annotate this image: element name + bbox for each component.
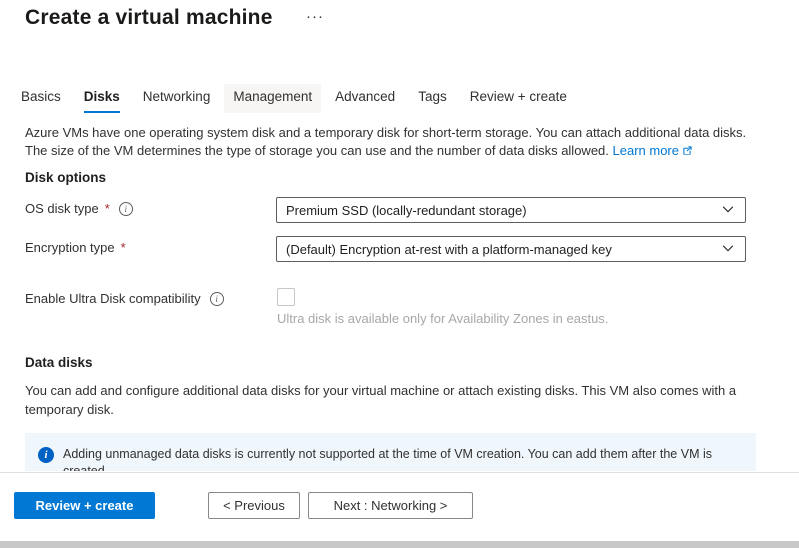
tab-tags[interactable]: Tags [418, 84, 447, 113]
tab-management[interactable]: Management [224, 84, 321, 113]
learn-more-link[interactable]: Learn more [613, 143, 679, 158]
os-disk-type-label-text: OS disk type [25, 201, 99, 216]
bottom-scrollbar[interactable] [0, 541, 799, 548]
footer-divider [0, 472, 799, 473]
more-options-button[interactable]: ··· [306, 8, 324, 25]
wizard-tabs: Basics Disks Networking Management Advan… [21, 84, 567, 113]
required-asterisk: * [121, 240, 126, 255]
data-disks-description: You can add and configure additional dat… [25, 381, 751, 419]
next-networking-button[interactable]: Next : Networking > [308, 492, 473, 519]
ultra-disk-checkbox[interactable] [277, 288, 295, 306]
review-create-button[interactable]: Review + create [14, 492, 155, 519]
chevron-down-icon [721, 202, 735, 219]
page-title: Create a virtual machine [25, 6, 273, 30]
ultra-disk-label-text: Enable Ultra Disk compatibility [25, 291, 201, 306]
tab-advanced[interactable]: Advanced [335, 84, 395, 113]
info-banner-text: Adding unmanaged data disks is currently… [63, 446, 723, 471]
info-filled-icon: i [38, 447, 54, 463]
intro-text: Azure VMs have one operating system disk… [25, 124, 767, 161]
encryption-type-label-text: Encryption type [25, 240, 115, 255]
encryption-type-label: Encryption type * [25, 240, 126, 255]
tab-disks[interactable]: Disks [84, 84, 120, 113]
ultra-disk-helper-text: Ultra disk is available only for Availab… [277, 311, 608, 326]
chevron-down-icon [721, 241, 735, 258]
info-icon[interactable]: i [119, 202, 133, 216]
previous-button[interactable]: < Previous [208, 492, 300, 519]
encryption-type-value: (Default) Encryption at-rest with a plat… [286, 242, 612, 257]
os-disk-type-value: Premium SSD (locally-redundant storage) [286, 203, 527, 218]
disk-options-heading: Disk options [25, 170, 106, 185]
encryption-type-dropdown[interactable]: (Default) Encryption at-rest with a plat… [276, 236, 746, 262]
tab-basics[interactable]: Basics [21, 84, 61, 113]
required-asterisk: * [105, 201, 110, 216]
external-link-icon [682, 143, 693, 161]
ultra-disk-label: Enable Ultra Disk compatibility i [25, 291, 224, 306]
tab-networking[interactable]: Networking [143, 84, 211, 113]
os-disk-type-label: OS disk type * i [25, 201, 133, 216]
tab-review-create[interactable]: Review + create [470, 84, 567, 113]
data-disks-heading: Data disks [25, 355, 93, 370]
info-icon[interactable]: i [210, 292, 224, 306]
os-disk-type-dropdown[interactable]: Premium SSD (locally-redundant storage) [276, 197, 746, 223]
info-banner: i Adding unmanaged data disks is current… [25, 433, 756, 471]
